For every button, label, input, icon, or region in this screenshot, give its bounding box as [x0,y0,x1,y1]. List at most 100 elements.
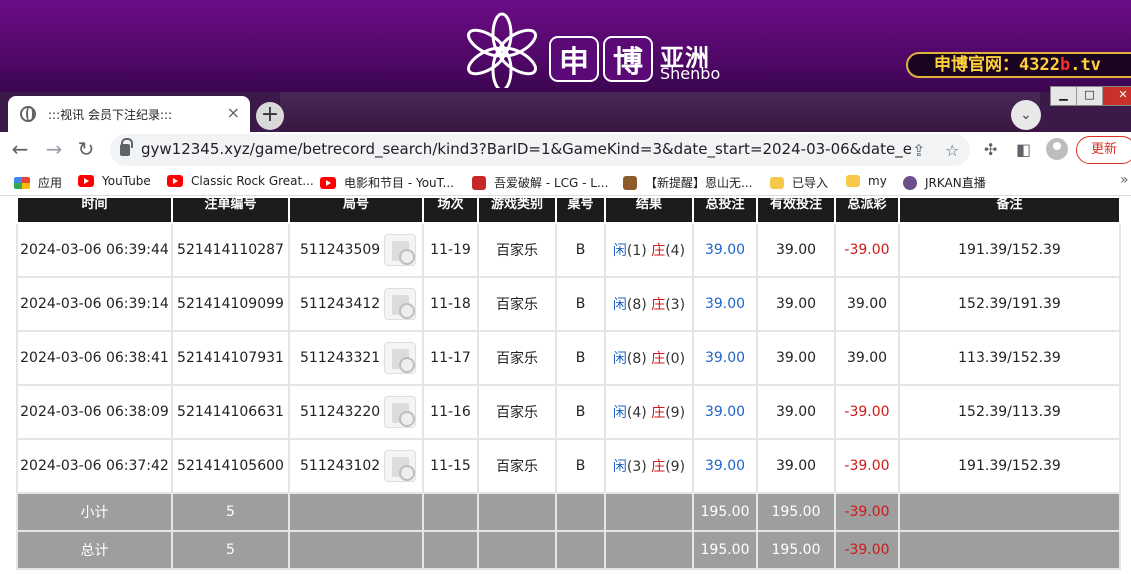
official-site-prefix: 申博官网：4322 [934,55,1060,75]
col-header-payout: 总派彩 [834,196,900,224]
cell-valid-bet: 39.00 [756,222,836,278]
table-row: 2024-03-06 06:39:44 521414110287 511243509… [16,222,1121,278]
empty-cell [604,530,694,570]
bookmark-label: my [868,174,887,188]
cell-valid-bet: 39.00 [756,438,836,494]
jrkan-icon [903,175,917,190]
cell-round: 511243412 [288,276,424,332]
bookmark-label: YouTube [102,174,151,188]
bookmark-movies[interactable]: 电影和节目 - YouT... [320,174,454,191]
lock-icon[interactable] [120,138,133,156]
tab-search-chevron-icon[interactable]: ⌄ [1011,100,1041,130]
url-text[interactable]: gyw12345.xyz/game/betrecord_search/kind3… [141,140,911,158]
cell-round: 511243102 [288,438,424,494]
bookmark-right[interactable]: 【新提醒】恩山无... [623,174,752,191]
bookmark-folder-imported[interactable]: 已导入 [770,174,828,191]
maximize-icon[interactable]: □ [1077,87,1103,105]
cell-bet-no: 521414105600 [171,438,290,494]
empty-cell [604,492,694,532]
banker-label: 庄 [651,297,666,313]
video-replay-icon[interactable] [384,450,417,482]
bookmark-classic-rock[interactable]: Classic Rock Great... [167,174,314,188]
cell-table: B [555,222,606,278]
player-label: 闲 [612,351,627,367]
cell-round: 511243220 [288,384,424,440]
video-replay-icon[interactable] [384,396,417,428]
grandtotal-total: 195.00 [692,530,758,570]
cell-result: 闲(1) 庄(4) [604,222,694,278]
minimize-icon[interactable]: ▁ [1051,87,1077,105]
grandtotal-count: 5 [171,530,290,570]
subtotal-total: 195.00 [692,492,758,532]
reload-icon[interactable]: ↻ [74,138,98,162]
share-icon[interactable]: ⇪ [912,141,925,160]
tab-active[interactable]: :::视讯 会员下注纪录::: × [8,96,250,132]
forward-arrow-icon[interactable]: → [42,138,66,162]
cell-time: 2024-03-06 06:38:41 [16,330,173,386]
video-replay-icon[interactable] [384,342,417,374]
round-number: 511243321 [300,350,381,366]
cell-valid-bet: 39.00 [756,384,836,440]
bookmark-jrkan[interactable]: JRKAN直播 [903,174,986,191]
bookmark-folder-my[interactable]: my [846,174,887,188]
cell-bet-no: 521414107931 [171,330,290,386]
video-replay-icon[interactable] [384,288,417,320]
site-favicon-icon [623,175,637,190]
cell-table: B [555,438,606,494]
banker-label: 庄 [651,405,666,421]
grandtotal-row: 总计 5 195.00 195.00 -39.00 [16,530,1121,570]
empty-cell [898,530,1121,570]
bookmark-star-icon[interactable]: ☆ [945,141,959,160]
bookmark-youtube[interactable]: YouTube [78,174,151,188]
cell-session: 11-19 [422,222,479,278]
cell-session: 11-17 [422,330,479,386]
cell-session: 11-18 [422,276,479,332]
tab-close-icon[interactable]: × [227,105,240,121]
logo-char-1: 申 [549,36,599,82]
youtube-icon [320,176,336,189]
cell-time: 2024-03-06 06:38:09 [16,384,173,440]
table-row: 2024-03-06 06:38:09 521414106631 511243220… [16,384,1121,440]
bet-record-table: 时间 注单编号 局号 场次 游戏类别 桌号 结果 总投注 有效投注 总派彩 备注… [16,196,1121,570]
official-site-suffix: .tv [1070,55,1101,75]
table-row: 2024-03-06 06:37:42 521414105600 511243102… [16,438,1121,494]
grandtotal-label: 总计 [16,530,173,570]
col-header-bet-no: 注单编号 [171,196,290,224]
bookmarks-more-icon[interactable]: » [1120,172,1129,188]
empty-cell [422,492,479,532]
bookmark-52pojie[interactable]: 吾爱破解 - LCG - L... [472,174,608,191]
subtotal-label: 小计 [16,492,173,532]
cell-session: 11-15 [422,438,479,494]
player-points: (4) [626,405,647,421]
globe-icon [20,106,36,122]
round-number: 511243220 [300,404,381,420]
cell-table: B [555,276,606,332]
video-replay-icon[interactable] [384,234,417,266]
player-label: 闲 [612,297,627,313]
cell-total-bet: 39.00 [692,384,758,440]
side-panel-icon[interactable]: ◧ [1016,140,1031,159]
col-header-round: 局号 [288,196,424,224]
new-tab-button[interactable]: + [256,102,284,130]
profile-avatar-icon[interactable] [1046,138,1068,160]
cell-game: 百家乐 [477,438,557,494]
window-close-icon[interactable]: ✕ [1103,87,1131,105]
col-header-note: 备注 [898,196,1121,224]
col-header-table: 桌号 [555,196,606,224]
address-bar[interactable]: gyw12345.xyz/game/betrecord_search/kind3… [110,134,970,166]
table-row: 2024-03-06 06:39:14 521414109099 511243412… [16,276,1121,332]
extensions-puzzle-icon[interactable]: ✣ [984,140,997,159]
col-header-session: 场次 [422,196,479,224]
bookmark-apps[interactable]: 应用 [14,174,62,191]
cell-time: 2024-03-06 06:37:42 [16,438,173,494]
update-button[interactable]: 更新 [1076,136,1131,164]
logo-text-en: Shenbo [660,64,721,83]
bookmark-label: Classic Rock Great... [191,174,314,188]
cell-payout: -39.00 [834,384,900,440]
folder-icon [846,175,860,187]
empty-cell [477,492,557,532]
cell-payout: -39.00 [834,438,900,494]
cell-total-bet: 39.00 [692,438,758,494]
back-arrow-icon[interactable]: ← [8,138,32,162]
col-header-result: 结果 [604,196,694,224]
